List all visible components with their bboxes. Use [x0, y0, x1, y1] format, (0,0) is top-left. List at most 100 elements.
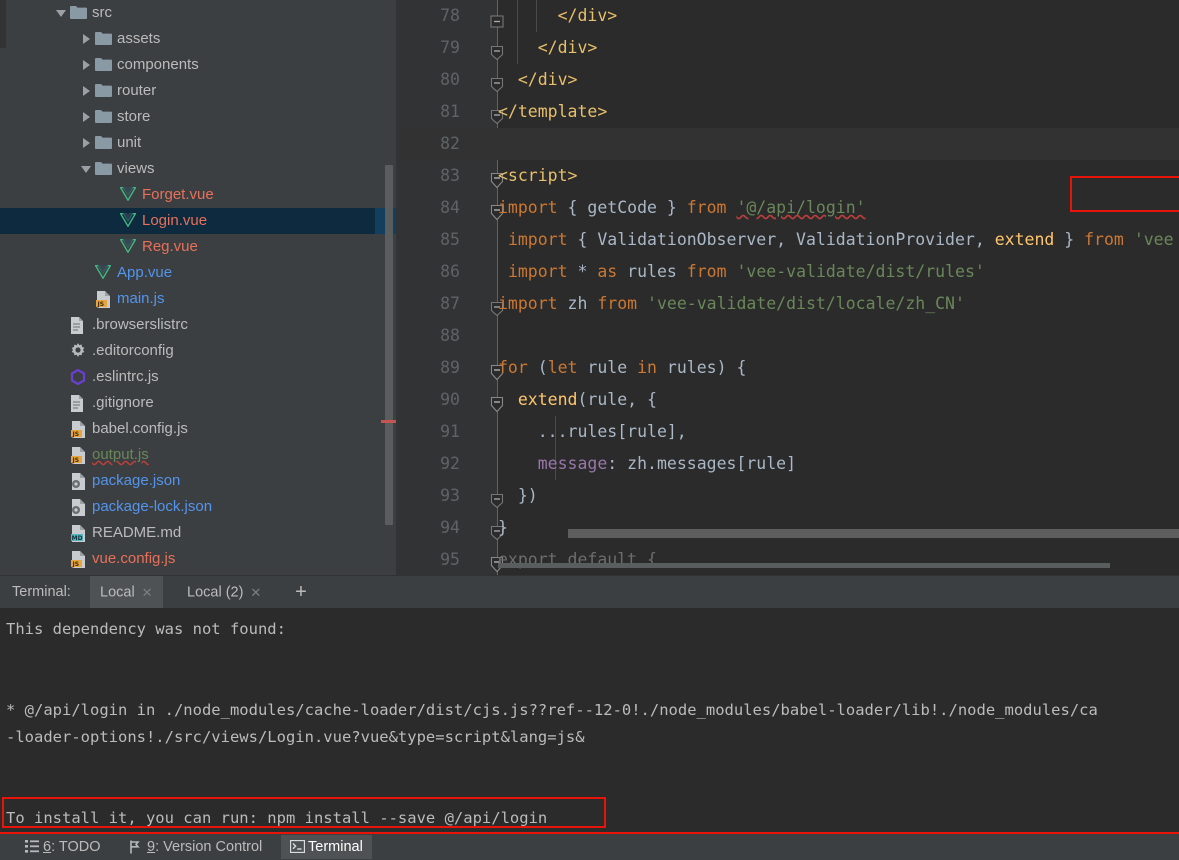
- folder-icon: [94, 52, 114, 78]
- editor-horizontal-scrollbar[interactable]: [498, 563, 1179, 568]
- close-icon[interactable]: ✕: [250, 576, 261, 609]
- branch-icon: [129, 835, 147, 859]
- chevron-right-icon[interactable]: [81, 26, 94, 52]
- tree-item-label: package.json: [92, 472, 181, 489]
- project-tool-window[interactable]: src assets components router store unit views F…: [0, 0, 400, 575]
- tree-item-views[interactable]: views: [0, 156, 396, 182]
- tree-item-output-js[interactable]: JS output.js: [0, 442, 396, 468]
- chevron-right-icon[interactable]: [81, 104, 94, 130]
- add-terminal-tab-button[interactable]: +: [291, 582, 311, 602]
- line-number: 83: [440, 166, 460, 185]
- code-editor[interactable]: 78 </div> 79 </div> 80 </div> 81 </template>…: [400, 0, 1179, 575]
- folder-icon: [94, 26, 114, 52]
- status-bar-item-version-control[interactable]: 9: Version Control: [120, 835, 271, 859]
- chevron-right-icon[interactable]: [81, 78, 94, 104]
- code-line-88[interactable]: 88: [400, 320, 1179, 352]
- status-bar-item-shortcut: 6: [43, 839, 52, 855]
- tree-item-reg-vue[interactable]: Reg.vue: [0, 234, 396, 260]
- tree-item--browserslistrc[interactable]: .browserslistrc: [0, 312, 396, 338]
- line-number: 78: [440, 6, 460, 25]
- svg-text:JS: JS: [72, 457, 80, 464]
- tree-item-main-js[interactable]: JS main.js: [0, 286, 396, 312]
- chevron-down-icon[interactable]: [81, 156, 94, 182]
- code-line-87[interactable]: 87 import zh from 'vee-validate/dist/loca…: [400, 288, 1179, 320]
- terminal-tab-local[interactable]: Local ✕: [90, 576, 163, 609]
- tree-item-label: package-lock.json: [92, 498, 213, 515]
- status-bar-item-terminal[interactable]: Terminal: [281, 835, 372, 859]
- code-text: extend(rule, {: [517, 390, 657, 409]
- line-number: 80: [440, 70, 460, 89]
- status-bar-item-todo[interactable]: 6: TODO: [16, 835, 110, 859]
- tree-item-label: README.md: [92, 524, 182, 541]
- tree-item-forget-vue[interactable]: Forget.vue: [0, 182, 396, 208]
- terminal-output-line: * @/api/login in ./node_modules/cache-lo…: [6, 701, 1098, 719]
- tree-item--eslintrc-js[interactable]: .eslintrc.js: [0, 364, 396, 390]
- code-line-90[interactable]: 90 extend(rule, {: [400, 384, 1179, 416]
- code-line-84[interactable]: 84 import { getCode } from '@/api/login': [400, 192, 1179, 224]
- code-line-85[interactable]: 85 import { ValidationObserver, Validati…: [400, 224, 1179, 256]
- terminal-panel[interactable]: Terminal: Local ✕ Local (2) ✕ + This depen…: [0, 575, 1179, 832]
- tree-item-unit[interactable]: unit: [0, 130, 396, 156]
- tree-item-package-lock-json[interactable]: package-lock.json: [0, 494, 396, 520]
- terminal-tab-bar[interactable]: Terminal: Local ✕ Local (2) ✕ +: [0, 575, 1179, 609]
- line-number: 91: [440, 422, 460, 441]
- tree-scrollbar-thumb[interactable]: [385, 165, 393, 525]
- code-text: import zh from 'vee-validate/dist/locale…: [498, 294, 965, 313]
- chevron-down-icon[interactable]: [56, 0, 69, 26]
- terminal-tab-label: Local: [100, 584, 135, 601]
- close-icon[interactable]: ✕: [142, 576, 153, 609]
- tree-item-login-vue[interactable]: Login.vue: [0, 208, 396, 234]
- status-bar[interactable]: 6: TODO 9: Version Control Terminal: [0, 832, 1179, 860]
- tree-item-vue-config-js[interactable]: JS vue.config.js: [0, 546, 396, 572]
- code-line-78[interactable]: 78 </div>: [400, 0, 1179, 32]
- tree-item-babel-config-js[interactable]: JS babel.config.js: [0, 416, 396, 442]
- code-line-89[interactable]: 89 for (let rule in rules) {: [400, 352, 1179, 384]
- tree-item-label: assets: [117, 30, 161, 47]
- code-line-95[interactable]: 95 export default {: [400, 544, 1179, 575]
- line-number: 81: [440, 102, 460, 121]
- tree-item-label: components: [117, 56, 199, 73]
- code-line-82[interactable]: 82: [400, 128, 1179, 160]
- code-line-79[interactable]: 79 </div>: [400, 32, 1179, 64]
- chevron-right-icon[interactable]: [81, 130, 94, 156]
- code-line-92[interactable]: 92 message: zh.messages[rule]: [400, 448, 1179, 480]
- text-file-icon: [69, 390, 89, 416]
- tree-item-router[interactable]: router: [0, 78, 396, 104]
- tree-item-src[interactable]: src: [0, 0, 396, 26]
- code-line-83[interactable]: 83 <script>: [400, 160, 1179, 192]
- status-bar-accent-line: [0, 832, 1179, 834]
- line-number: 85: [440, 230, 460, 249]
- tree-item-store[interactable]: store: [0, 104, 396, 130]
- tree-item-app-vue[interactable]: App.vue: [0, 260, 396, 286]
- tree-item-label: views: [117, 160, 155, 177]
- code-line-81[interactable]: 81 </template>: [400, 96, 1179, 128]
- code-line-93[interactable]: 93 }): [400, 480, 1179, 512]
- code-line-86[interactable]: 86 import * as rules from 'vee-validate/…: [400, 256, 1179, 288]
- chevron-right-icon[interactable]: [81, 52, 94, 78]
- npm-install-highlight-box: [2, 797, 606, 828]
- code-line-91[interactable]: 91 ...rules[rule],: [400, 416, 1179, 448]
- code-line-94[interactable]: 94}: [400, 512, 1179, 544]
- editor-hscroll-thumb[interactable]: [498, 563, 1110, 568]
- tree-item--gitignore[interactable]: .gitignore: [0, 390, 396, 416]
- tree-item-label: store: [117, 108, 151, 125]
- tree-item-readme-md[interactable]: MD README.md: [0, 520, 396, 546]
- tree-item-package-json[interactable]: package.json: [0, 468, 396, 494]
- line-number: 84: [440, 198, 460, 217]
- tree-item-label: main.js: [117, 290, 165, 307]
- line-number: 79: [440, 38, 460, 57]
- tree-item-assets[interactable]: assets: [0, 26, 396, 52]
- tree-item--editorconfig[interactable]: .editorconfig: [0, 338, 396, 364]
- terminal-tab-local-2[interactable]: Local (2) ✕: [177, 576, 271, 609]
- tree-item-components[interactable]: components: [0, 52, 396, 78]
- code-line-80[interactable]: 80 </div>: [400, 64, 1179, 96]
- tree-item-label: .editorconfig: [92, 342, 174, 359]
